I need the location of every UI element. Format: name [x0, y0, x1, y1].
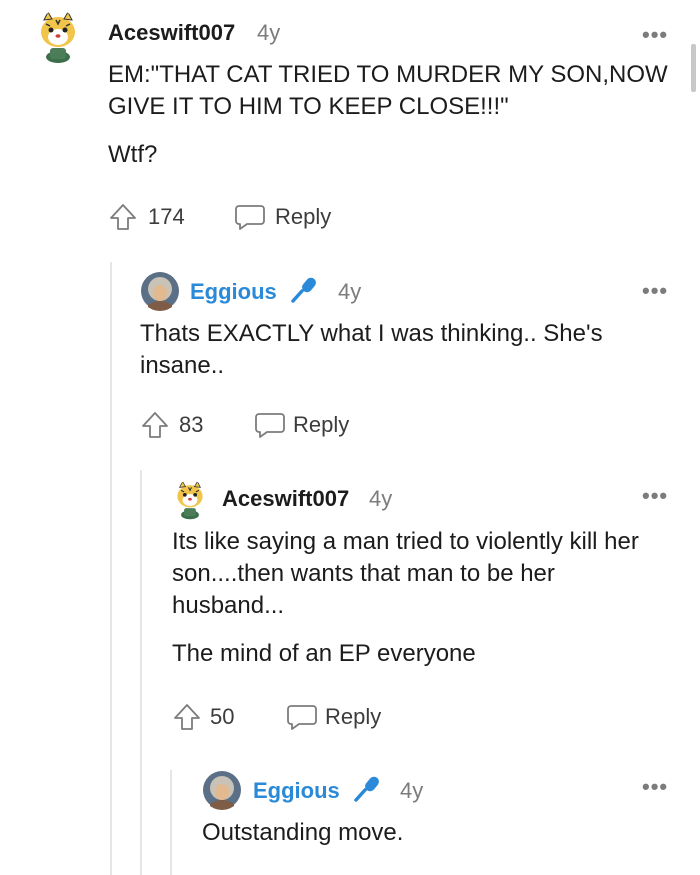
comment-actions: 83 Reply	[140, 410, 380, 440]
reply-button[interactable]: Reply	[275, 202, 331, 232]
comment-paragraph: EM:"THAT CAT TRIED TO MURDER MY SON,NOW …	[108, 61, 668, 120]
comment-4: Eggious 4y ••• Outstanding move.	[0, 765, 700, 875]
comment-age: 4y	[400, 778, 424, 803]
reply-button[interactable]: Reply	[293, 410, 349, 440]
more-options-icon[interactable]: •••	[642, 24, 668, 46]
comment-paragraph: Thats EXACTLY what I was thinking.. She'…	[140, 320, 603, 379]
comment-author[interactable]: Aceswift007	[108, 20, 235, 46]
more-options-icon[interactable]: •••	[642, 485, 668, 507]
reply-icon[interactable]	[254, 410, 286, 440]
more-options-icon[interactable]: •••	[642, 776, 668, 798]
vote-count: 50	[210, 704, 235, 729]
microphone-icon	[354, 776, 379, 802]
comment-3: Aceswift007 4y ••• Its like saying a man…	[0, 470, 700, 760]
reply-icon[interactable]	[234, 202, 266, 232]
comment-body: EM:"THAT CAT TRIED TO MURDER MY SON,NOW …	[108, 59, 668, 171]
tiger-avatar-icon[interactable]	[173, 480, 207, 520]
comment-1: Aceswift007 4y ••• EM:"THAT CAT TRIED TO…	[0, 0, 700, 250]
microphone-icon	[291, 277, 316, 303]
comment-2: Eggious 4y ••• Thats EXACTLY what I was …	[0, 260, 700, 460]
comment-paragraph: Outstanding move.	[202, 819, 404, 846]
comment-author[interactable]: Eggious	[253, 778, 340, 804]
tiger-avatar-icon[interactable]	[36, 10, 80, 64]
more-options-icon[interactable]: •••	[642, 280, 668, 302]
reply-icon[interactable]	[286, 702, 318, 732]
comment-body: Thats EXACTLY what I was thinking.. She'…	[140, 318, 670, 382]
eggious-avatar-icon[interactable]	[202, 770, 242, 810]
reply-button[interactable]: Reply	[325, 702, 381, 732]
comment-paragraph: Wtf?	[108, 141, 158, 168]
comment-actions: 50 Reply	[172, 702, 412, 732]
comment-body: Outstanding move.	[202, 817, 662, 849]
comment-age: 4y	[257, 20, 281, 45]
comment-body: Its like saying a man tried to violently…	[172, 526, 672, 670]
upvote-icon[interactable]	[172, 702, 202, 732]
eggious-avatar-icon[interactable]	[140, 271, 180, 311]
comment-paragraph: The mind of an EP everyone	[172, 640, 476, 667]
comment-age: 4y	[338, 279, 362, 304]
upvote-icon[interactable]	[140, 410, 170, 440]
vote-count: 83	[179, 412, 204, 437]
comment-actions: 174 Reply	[108, 202, 368, 232]
vote-count: 174	[148, 204, 185, 229]
comment-age: 4y	[369, 486, 393, 511]
comment-author[interactable]: Eggious	[190, 279, 277, 305]
comment-author[interactable]: Aceswift007	[222, 486, 349, 512]
comment-paragraph: Its like saying a man tried to violently…	[172, 528, 639, 619]
upvote-icon[interactable]	[108, 202, 138, 232]
